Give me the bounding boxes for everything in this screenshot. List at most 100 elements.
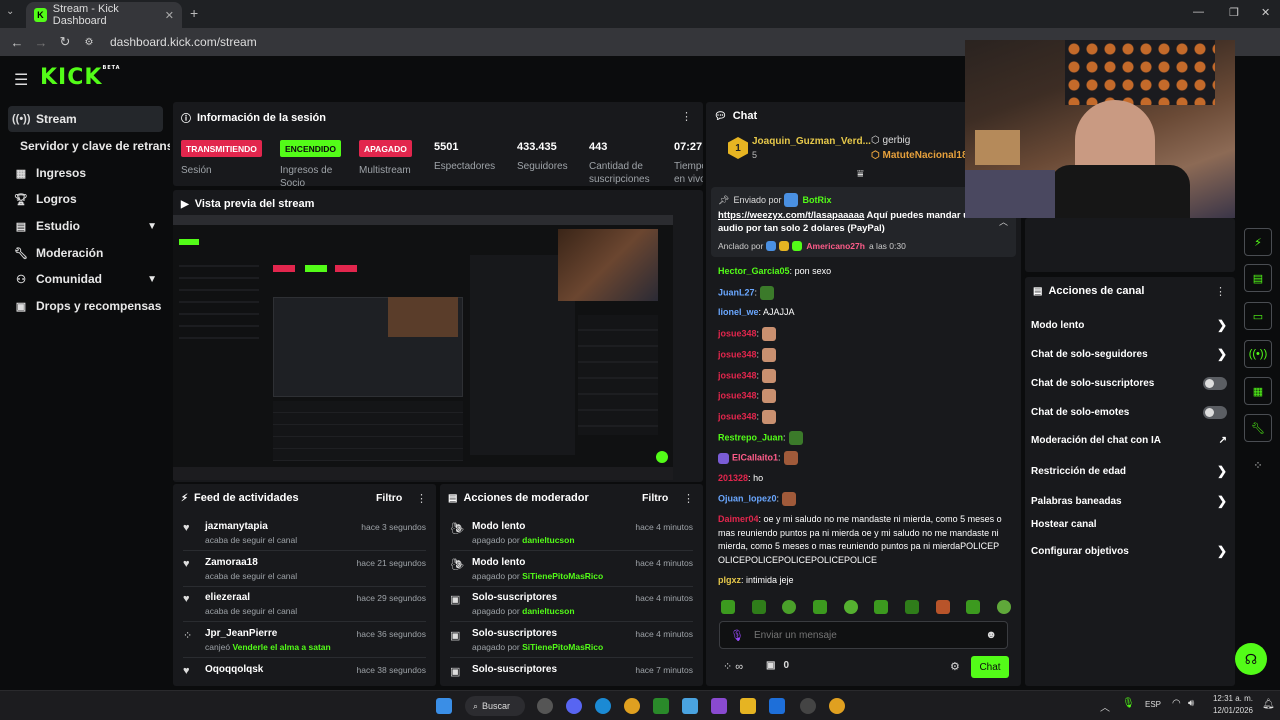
browser-tab-active[interactable]: K Stream - Kick Dashboard ✕ bbox=[26, 2, 182, 28]
action-set-goals[interactable]: Configurar objetivos ❯ bbox=[1031, 544, 1227, 558]
new-tab-icon[interactable]: + bbox=[190, 5, 198, 21]
help-headset-button[interactable]: ☊ bbox=[1235, 643, 1267, 675]
pinned-by-user[interactable]: Americano27h bbox=[806, 241, 865, 251]
minimize-icon[interactable]: — bbox=[1193, 6, 1204, 18]
chat-username[interactable]: JuanL27 bbox=[718, 287, 755, 297]
sidebar-item-comunidad[interactable]: ⚇ Comunidad ▼ bbox=[8, 266, 163, 292]
app-icon[interactable] bbox=[537, 698, 553, 714]
clock-time[interactable]: 12:31 a. m. bbox=[1208, 694, 1253, 703]
emote-icon[interactable] bbox=[751, 600, 766, 614]
chat-username[interactable]: ElCallaito1 bbox=[732, 452, 778, 462]
chat-input-box[interactable]: 🎙︎ ☻ bbox=[719, 621, 1008, 649]
sidebar-item-drops[interactable]: ▣ Drops y recompensas bbox=[8, 293, 163, 319]
mod-username[interactable]: SiTienePitoMasRico bbox=[522, 642, 603, 652]
emote-icon[interactable] bbox=[812, 600, 827, 614]
feed-username[interactable]: jazmanytapia bbox=[205, 521, 268, 532]
copilot-icon[interactable] bbox=[711, 698, 727, 714]
sidebar-item-server-key[interactable]: Servidor y clave de retransmisión bbox=[20, 133, 170, 159]
volume-icon[interactable]: 🔊︎ bbox=[1188, 698, 1194, 709]
chat-message-input[interactable] bbox=[753, 629, 974, 641]
chat-username[interactable]: josue348 bbox=[718, 349, 757, 359]
notes-icon[interactable]: ▤ bbox=[1244, 264, 1272, 292]
app-icon[interactable] bbox=[800, 698, 816, 714]
collapse-icon[interactable]: ⩸ bbox=[857, 168, 864, 181]
emote-icon[interactable] bbox=[782, 600, 797, 614]
sub-gifts-count[interactable]: ▣ 0 bbox=[766, 660, 789, 671]
more-options-icon[interactable]: ⋮ bbox=[683, 492, 694, 505]
emote-icon[interactable] bbox=[721, 600, 735, 614]
chat-username[interactable]: Restrepo_Juan bbox=[718, 432, 783, 442]
chat-username[interactable]: josue348 bbox=[718, 390, 757, 400]
chrome-active-icon[interactable] bbox=[829, 698, 845, 714]
mod-username[interactable]: danieltucson bbox=[522, 535, 574, 545]
sidebar-item-stream[interactable]: ((•)) Stream bbox=[8, 106, 163, 132]
chat-settings-gear-icon[interactable]: ⚙ bbox=[950, 660, 960, 673]
more-options-icon[interactable]: ⋮ bbox=[681, 110, 692, 123]
feed-username[interactable]: Zamoraa18 bbox=[205, 557, 258, 568]
sidebar-item-estudio[interactable]: ▤ Estudio ▼ bbox=[8, 213, 163, 239]
chat-username[interactable]: josue348 bbox=[718, 411, 757, 421]
emotes-only-toggle[interactable] bbox=[1203, 406, 1227, 419]
filter-button[interactable]: Filtro bbox=[642, 492, 668, 504]
kick-logo[interactable]: KICKBETA bbox=[40, 65, 121, 90]
language-indicator[interactable]: ESP bbox=[1145, 700, 1161, 709]
file-explorer-icon[interactable] bbox=[740, 698, 756, 714]
kicks-balance[interactable]: ⁘ ∞ bbox=[723, 660, 743, 674]
tab-search-icon[interactable]: ⌄ bbox=[6, 6, 22, 22]
edge-icon[interactable] bbox=[595, 698, 611, 714]
emoji-picker-icon[interactable]: ☻ bbox=[985, 629, 997, 641]
chat-username[interactable]: plgxz bbox=[718, 575, 741, 585]
feed-username[interactable]: Jpr_JeanPierre bbox=[205, 628, 277, 639]
sidebar-item-moderacion[interactable]: 🔧︎ Moderación bbox=[8, 240, 163, 266]
bolt-icon[interactable]: ⚡︎ bbox=[1244, 228, 1272, 256]
forward-icon[interactable]: → bbox=[34, 35, 48, 50]
url-field[interactable]: dashboard.kick.com/stream bbox=[110, 35, 257, 49]
chat-username[interactable]: josue348 bbox=[718, 370, 757, 380]
maximize-icon[interactable]: ❐ bbox=[1229, 6, 1239, 19]
action-host-channel[interactable]: Hostear canal bbox=[1031, 519, 1227, 530]
windows-start-icon[interactable] bbox=[436, 698, 452, 714]
send-chat-button[interactable]: Chat bbox=[971, 656, 1009, 678]
wrench-icon[interactable]: 🔧︎ bbox=[1244, 414, 1272, 442]
more-options-icon[interactable]: ⋮ bbox=[1215, 285, 1226, 298]
chat-username[interactable]: lionel_we bbox=[718, 307, 759, 317]
microphone-icon[interactable]: 🎙︎ bbox=[730, 629, 744, 642]
chat-bubble-icon[interactable]: ▭ bbox=[1244, 302, 1272, 330]
top-gifter-name[interactable]: Joaquin_Guzman_Verd... bbox=[752, 136, 871, 147]
discord-icon[interactable] bbox=[566, 698, 582, 714]
filter-button[interactable]: Filtro bbox=[376, 492, 402, 504]
close-icon[interactable]: ✕ bbox=[165, 9, 174, 22]
chat-username[interactable]: Ojuan_lopez0 bbox=[718, 493, 777, 503]
chat-username[interactable]: Hector_Garcia05 bbox=[718, 266, 790, 276]
sidebar-item-logros[interactable]: 🏆︎ Logros bbox=[8, 186, 163, 212]
pinned-link[interactable]: https://weezyx.com/t/lasapaaaaa bbox=[718, 210, 864, 221]
feed-username[interactable]: eliezeraal bbox=[205, 592, 250, 603]
gifter-name[interactable]: ⬡ MatuteNacional18 bbox=[871, 150, 968, 161]
mod-username[interactable]: danieltucson bbox=[522, 606, 574, 616]
taskbar-search[interactable]: ⌕ Buscar bbox=[465, 696, 525, 716]
gifter-name[interactable]: ⬡ gerbig bbox=[871, 135, 910, 146]
window-close-icon[interactable]: ✕ bbox=[1261, 6, 1270, 19]
sidebar-item-ingresos[interactable]: ▦ Ingresos bbox=[8, 160, 163, 186]
back-icon[interactable]: ← bbox=[10, 35, 24, 50]
more-options-icon[interactable]: ⋮ bbox=[416, 492, 427, 505]
chevron-up-icon[interactable]: ︿ bbox=[1100, 699, 1110, 714]
notifications-icon[interactable]: 🔔︎ bbox=[1262, 699, 1275, 710]
clock-date[interactable]: 12/01/2026 bbox=[1208, 706, 1253, 715]
emote-icon[interactable] bbox=[966, 600, 981, 614]
action-followers-only[interactable]: Chat de solo-seguidores ❯ bbox=[1031, 347, 1227, 361]
feed-username[interactable]: Oqoqqolqsk bbox=[205, 664, 263, 675]
stream-preview-video[interactable] bbox=[173, 215, 673, 480]
chat-username[interactable]: Daimer04 bbox=[718, 514, 759, 524]
emote-icon[interactable] bbox=[996, 600, 1011, 614]
reload-icon[interactable]: ↻ bbox=[58, 34, 72, 50]
chat-username[interactable]: josue348 bbox=[718, 328, 757, 338]
chat-username[interactable]: 201328 bbox=[718, 473, 748, 483]
xbox-icon[interactable] bbox=[653, 698, 669, 714]
broadcast-icon[interactable]: ((•)) bbox=[1244, 340, 1272, 368]
emote-icon[interactable] bbox=[874, 600, 889, 614]
emote-icon[interactable] bbox=[843, 600, 858, 614]
layout-icon[interactable]: ▦ bbox=[1244, 377, 1272, 405]
mod-username[interactable]: SiTienePitoMasRico bbox=[522, 571, 603, 581]
wifi-icon[interactable]: ◠ bbox=[1172, 698, 1181, 709]
